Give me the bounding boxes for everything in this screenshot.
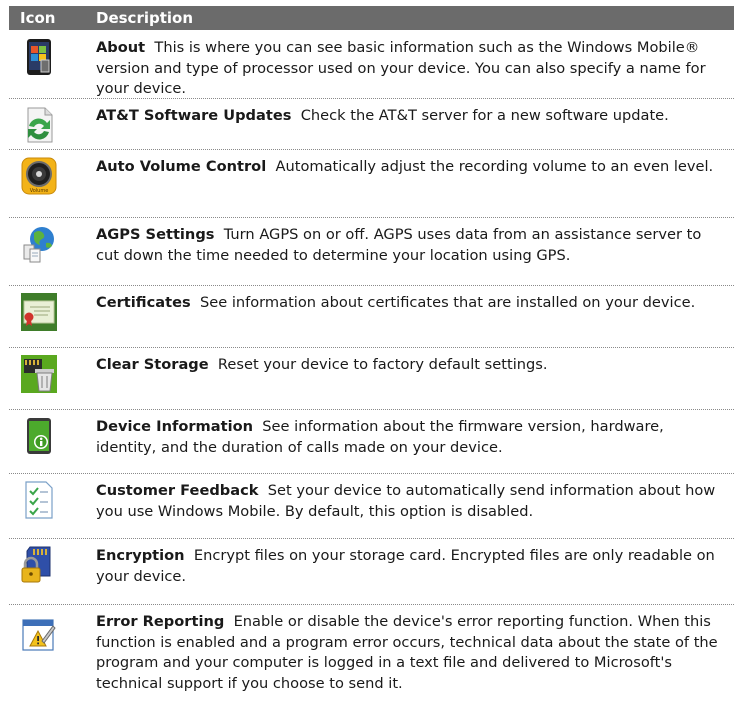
row-separator xyxy=(9,149,734,150)
header-icon-column: Icon xyxy=(20,9,56,27)
row-description: Customer Feedback Set your device to aut… xyxy=(96,481,728,522)
row-description: Auto Volume Control Automatically adjust… xyxy=(96,157,728,178)
row-text: See information about certificates that … xyxy=(199,294,696,311)
row-title: AT&T Software Updates xyxy=(96,107,292,124)
row-title: Clear Storage xyxy=(96,356,209,373)
auto-volume-icon: Volume xyxy=(21,157,57,195)
agps-icon xyxy=(21,225,57,263)
encryption-icon xyxy=(21,546,57,584)
error-reporting-icon xyxy=(21,616,57,654)
row-separator xyxy=(9,604,734,605)
table-row-device-information: Device Information See information about… xyxy=(9,411,734,467)
table-row-clear-storage: Clear Storage Reset your device to facto… xyxy=(9,349,734,399)
row-title: Device Information xyxy=(96,418,253,435)
software-update-icon xyxy=(21,106,57,144)
row-description: Clear Storage Reset your device to facto… xyxy=(96,355,728,376)
row-title: AGPS Settings xyxy=(96,226,215,243)
table-row-att-software-updates: AT&T Software Updates Check the AT&T ser… xyxy=(9,100,734,144)
table-row-error-reporting: Error Reporting Enable or disable the de… xyxy=(9,606,734,716)
row-title: Certificates xyxy=(96,294,191,311)
table-row-auto-volume-control: Volume Auto Volume Control Automatically… xyxy=(9,151,734,206)
table-row-customer-feedback: Customer Feedback Set your device to aut… xyxy=(9,475,734,530)
table-row-encryption: Encryption Encrypt files on your storage… xyxy=(9,540,734,595)
device-information-icon xyxy=(21,417,57,455)
row-text: Reset your device to factory default set… xyxy=(217,356,548,373)
row-separator xyxy=(9,217,734,218)
row-title: Encryption xyxy=(96,547,185,564)
table-header: Icon Description xyxy=(9,6,734,30)
about-icon xyxy=(21,38,57,76)
table-row-certificates: Certificates See information about certi… xyxy=(9,287,734,339)
header-description-column: Description xyxy=(96,9,194,27)
row-description: Error Reporting Enable or disable the de… xyxy=(96,612,728,694)
row-description: Encryption Encrypt files on your storage… xyxy=(96,546,728,587)
row-text: This is where you can see basic informat… xyxy=(96,39,706,97)
row-title: Error Reporting xyxy=(96,613,225,630)
clear-storage-icon xyxy=(21,355,57,393)
row-text: Check the AT&T server for a new software… xyxy=(300,107,669,124)
auto-volume-icon-caption: Volume xyxy=(30,188,49,194)
table-row-about: About This is where you can see basic in… xyxy=(9,32,734,97)
row-separator xyxy=(9,285,734,286)
row-separator xyxy=(9,473,734,474)
row-title: Auto Volume Control xyxy=(96,158,267,175)
row-description: AT&T Software Updates Check the AT&T ser… xyxy=(96,106,728,127)
certificates-icon xyxy=(21,293,57,331)
row-separator xyxy=(9,347,734,348)
row-description: Certificates See information about certi… xyxy=(96,293,728,314)
table-row-agps-settings: AGPS Settings Turn AGPS on or off. AGPS … xyxy=(9,219,734,274)
settings-icon-table: Icon Description About This is where you… xyxy=(9,6,734,692)
row-description: Device Information See information about… xyxy=(96,417,728,458)
row-separator xyxy=(9,409,734,410)
row-separator xyxy=(9,98,734,99)
customer-feedback-icon xyxy=(21,481,57,519)
row-description: About This is where you can see basic in… xyxy=(96,38,728,100)
row-title: Customer Feedback xyxy=(96,482,259,499)
row-text: Encrypt files on your storage card. Encr… xyxy=(96,547,715,585)
row-separator xyxy=(9,538,734,539)
row-description: AGPS Settings Turn AGPS on or off. AGPS … xyxy=(96,225,728,266)
row-text: Automatically adjust the recording volum… xyxy=(275,158,714,175)
row-title: About xyxy=(96,39,146,56)
